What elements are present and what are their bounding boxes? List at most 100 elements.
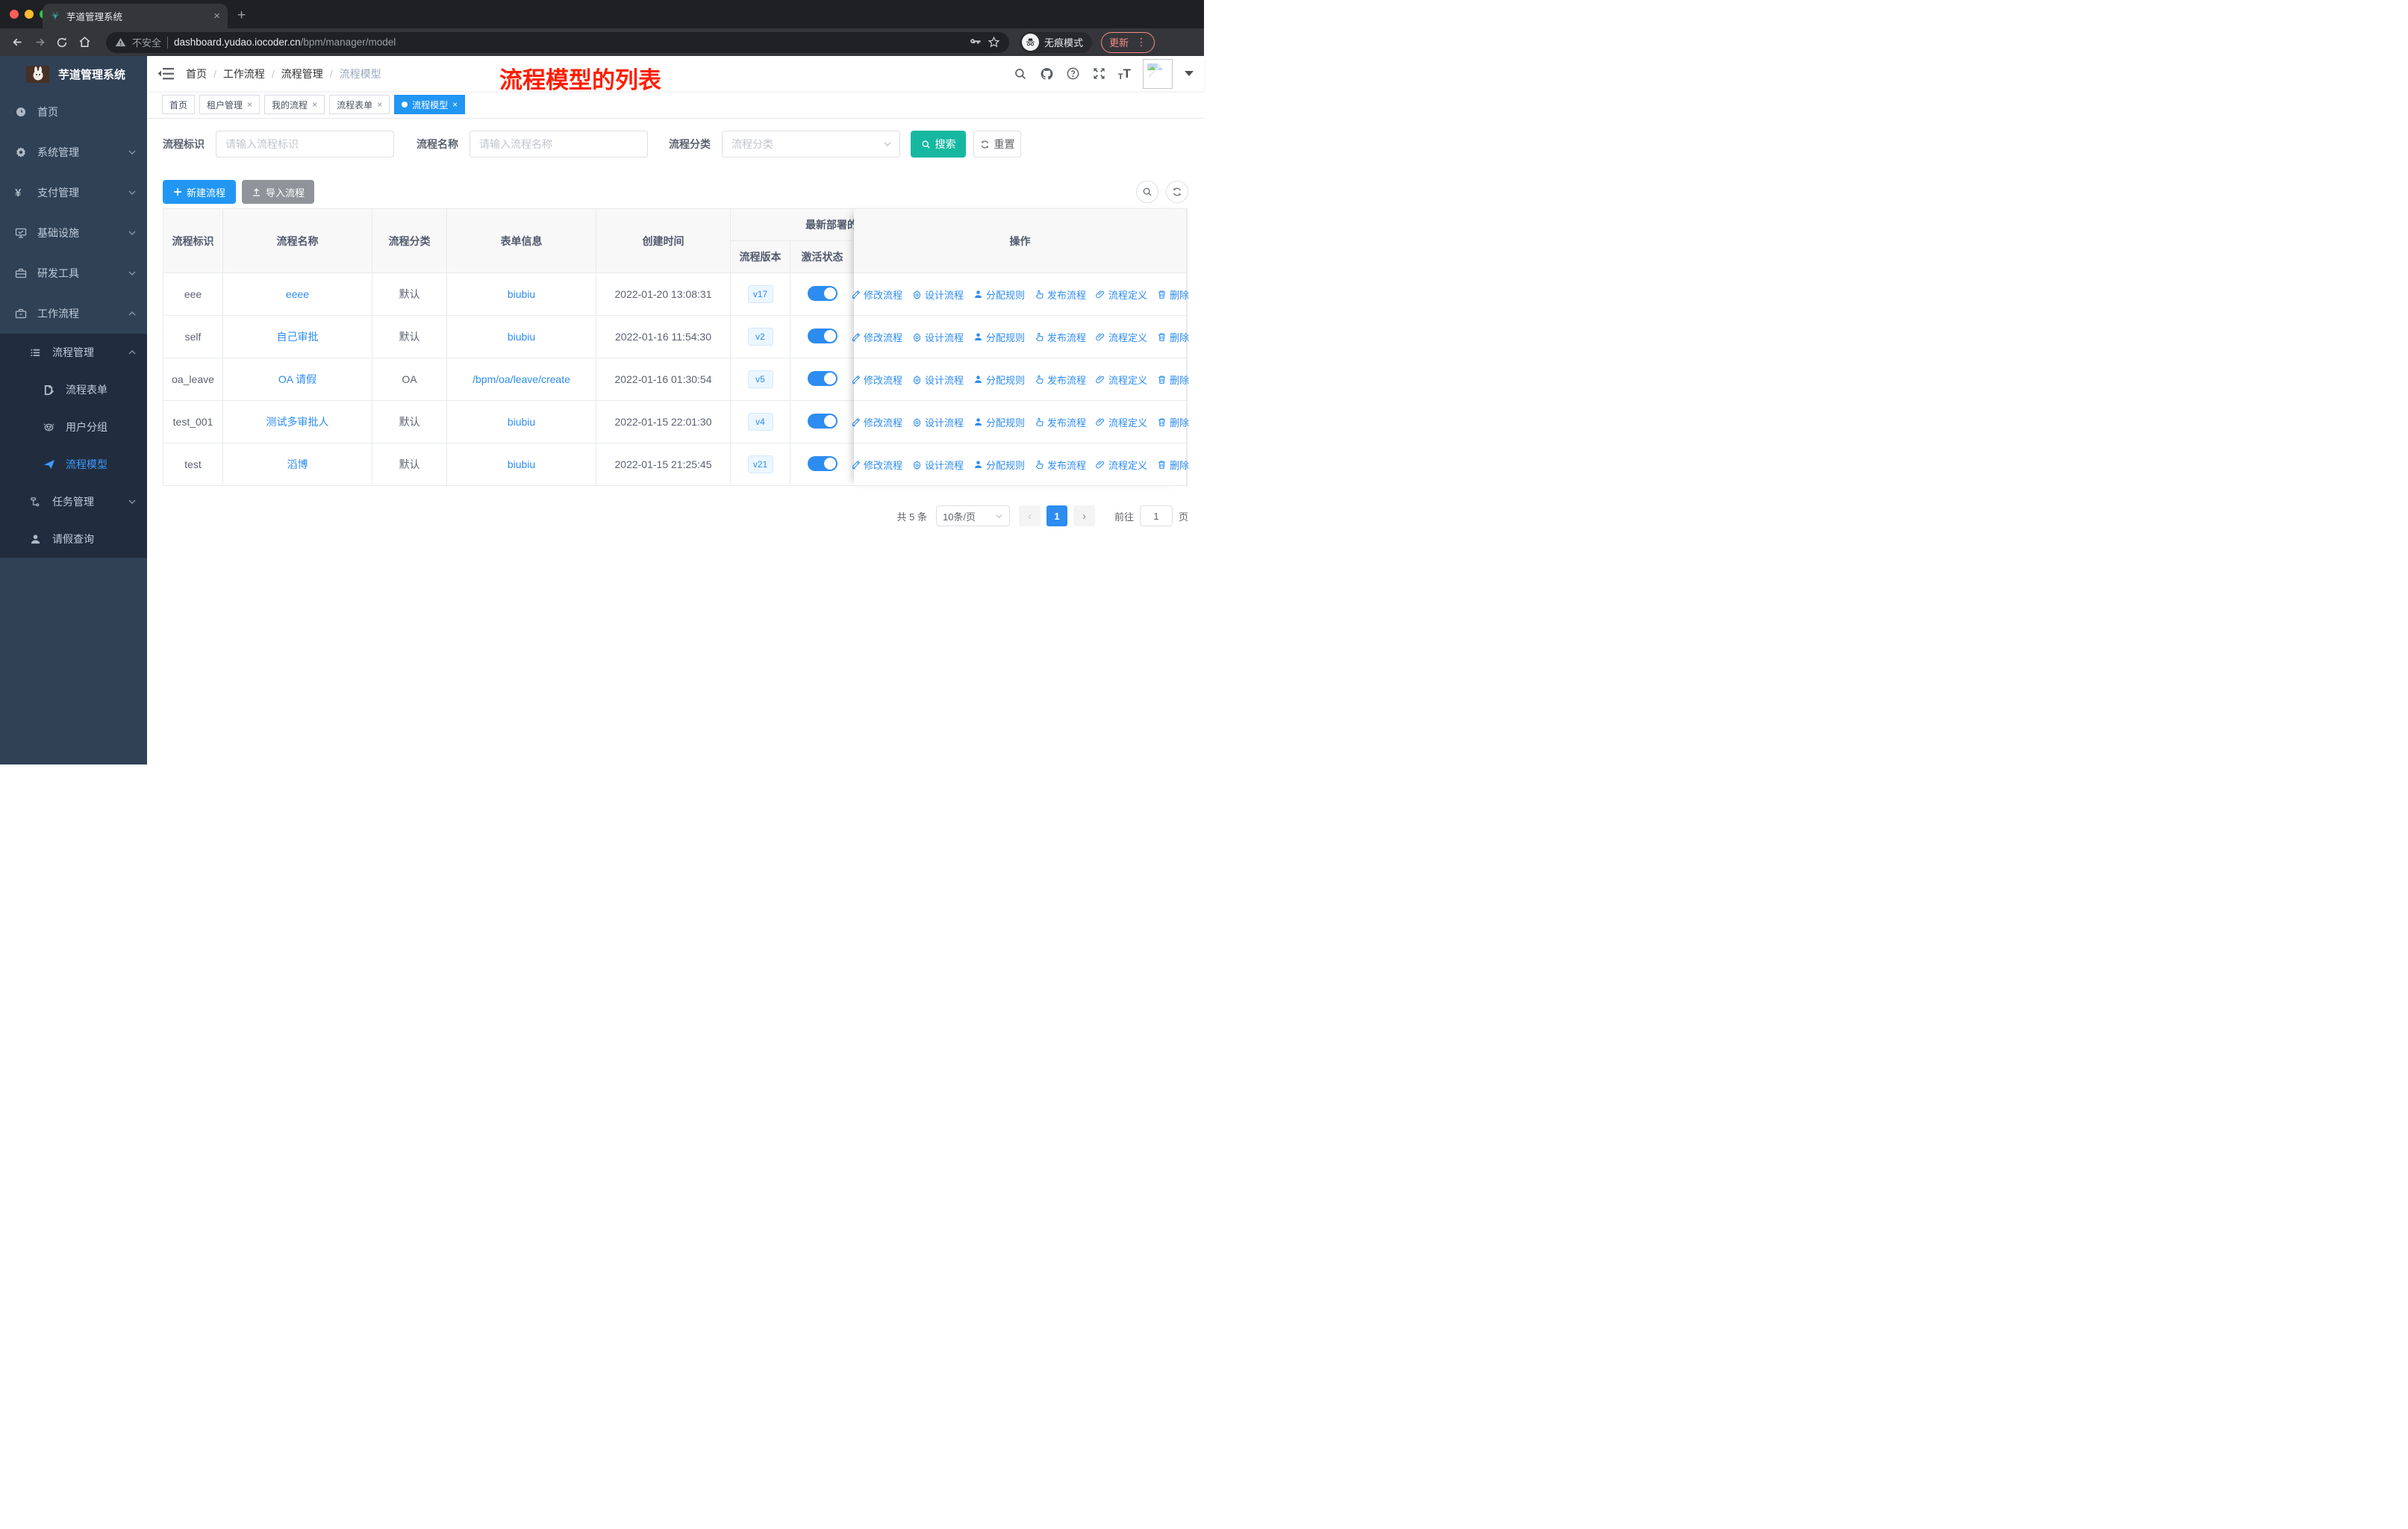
sidebar-item-process-model[interactable]: 流程模型 bbox=[0, 446, 147, 483]
form-info-link[interactable]: biubiu bbox=[508, 331, 535, 343]
import-process-button[interactable]: 导入流程 bbox=[242, 180, 314, 204]
assign-rule-link[interactable]: 分配规则 bbox=[973, 330, 1025, 344]
tag-process-form[interactable]: 流程表单 × bbox=[329, 95, 390, 114]
activation-toggle[interactable] bbox=[807, 370, 838, 386]
address-bar[interactable]: 不安全 dashboard.yudao.iocoder.cn/bpm/manag… bbox=[106, 31, 1009, 53]
new-tab-button[interactable]: + bbox=[237, 7, 246, 25]
tag-process-model[interactable]: 流程模型 × bbox=[394, 95, 466, 114]
fullscreen-icon[interactable] bbox=[1092, 66, 1106, 81]
form-info-link[interactable]: biubiu bbox=[508, 416, 535, 428]
tag-home[interactable]: 首页 bbox=[162, 95, 196, 114]
delete-link[interactable]: 删除 bbox=[1157, 458, 1189, 472]
process-name-link[interactable]: 自己审批 bbox=[277, 331, 319, 343]
activation-toggle[interactable] bbox=[807, 328, 838, 343]
activation-toggle[interactable] bbox=[807, 413, 838, 429]
refresh-table-button[interactable] bbox=[1166, 181, 1188, 203]
publish-process-link[interactable]: 发布流程 bbox=[1035, 415, 1086, 429]
avatar[interactable] bbox=[1143, 58, 1173, 89]
design-process-link[interactable]: 设计流程 bbox=[912, 373, 964, 387]
back-icon[interactable] bbox=[7, 33, 27, 52]
process-name-link[interactable]: 测试多审批人 bbox=[266, 416, 329, 428]
publish-process-link[interactable]: 发布流程 bbox=[1035, 373, 1086, 387]
tag-tenant[interactable]: 租户管理 × bbox=[199, 95, 261, 114]
home-icon[interactable] bbox=[75, 33, 94, 52]
next-page-button[interactable]: › bbox=[1073, 505, 1095, 526]
process-definition-link[interactable]: 流程定义 bbox=[1096, 330, 1147, 344]
browser-menu-icon[interactable]: ⋮ bbox=[1136, 36, 1147, 49]
form-info-link[interactable]: biubiu bbox=[508, 288, 535, 300]
sidebar-item-user-group[interactable]: 用户分组 bbox=[0, 408, 147, 446]
edit-process-link[interactable]: 修改流程 bbox=[851, 330, 902, 344]
sidebar-item-infra[interactable]: 基础设施 bbox=[0, 213, 147, 253]
process-definition-link[interactable]: 流程定义 bbox=[1096, 415, 1147, 429]
sidebar-item-devtools[interactable]: 研发工具 bbox=[0, 253, 147, 293]
publish-process-link[interactable]: 发布流程 bbox=[1035, 287, 1086, 302]
sidebar-item-task-mgmt[interactable]: 任务管理 bbox=[0, 483, 147, 520]
process-name-link[interactable]: OA 请假 bbox=[278, 373, 316, 385]
create-process-button[interactable]: 新建流程 bbox=[163, 180, 236, 204]
activation-toggle[interactable] bbox=[807, 455, 838, 471]
font-size-icon[interactable]: TT bbox=[1118, 66, 1131, 81]
edit-process-link[interactable]: 修改流程 bbox=[851, 373, 902, 387]
sidebar-item-process-mgmt[interactable]: 流程管理 bbox=[0, 334, 147, 371]
process-definition-link[interactable]: 流程定义 bbox=[1096, 287, 1147, 302]
process-definition-link[interactable]: 流程定义 bbox=[1096, 458, 1147, 472]
edit-process-link[interactable]: 修改流程 bbox=[851, 287, 902, 302]
sidebar-item-leave-query[interactable]: 请假查询 bbox=[0, 520, 147, 558]
tag-my-process[interactable]: 我的流程 × bbox=[264, 95, 325, 114]
toggle-search-button[interactable] bbox=[1136, 181, 1158, 203]
tag-close-icon[interactable]: × bbox=[377, 99, 382, 110]
sidebar-item-home[interactable]: 首页 bbox=[0, 92, 147, 132]
breadcrumb-home[interactable]: 首页 bbox=[186, 66, 207, 81]
page-number-button[interactable]: 1 bbox=[1046, 505, 1067, 526]
breadcrumb-workflow[interactable]: 工作流程 bbox=[223, 66, 265, 81]
sidebar-item-system[interactable]: 系统管理 bbox=[0, 132, 147, 172]
assign-rule-link[interactable]: 分配规则 bbox=[973, 287, 1025, 302]
bookmark-star-icon[interactable] bbox=[988, 36, 1000, 49]
update-button[interactable]: 更新 bbox=[1109, 35, 1129, 49]
design-process-link[interactable]: 设计流程 bbox=[912, 330, 964, 344]
delete-link[interactable]: 删除 bbox=[1157, 373, 1189, 387]
publish-process-link[interactable]: 发布流程 bbox=[1035, 330, 1086, 344]
key-input[interactable] bbox=[216, 131, 394, 158]
edit-process-link[interactable]: 修改流程 bbox=[851, 458, 902, 472]
prev-page-button[interactable]: ‹ bbox=[1018, 505, 1041, 526]
delete-link[interactable]: 删除 bbox=[1157, 330, 1189, 344]
process-definition-link[interactable]: 流程定义 bbox=[1096, 373, 1147, 387]
sidebar-item-process-form[interactable]: 流程表单 bbox=[0, 371, 147, 408]
tag-close-icon[interactable]: × bbox=[312, 99, 317, 110]
search-icon[interactable] bbox=[1014, 66, 1028, 81]
hamburger-icon[interactable] bbox=[157, 67, 174, 81]
activation-toggle[interactable] bbox=[807, 285, 838, 301]
design-process-link[interactable]: 设计流程 bbox=[912, 458, 964, 472]
delete-link[interactable]: 删除 bbox=[1157, 287, 1189, 302]
browser-tab[interactable]: 芋道管理系统 × bbox=[43, 4, 228, 28]
assign-rule-link[interactable]: 分配规则 bbox=[973, 415, 1025, 429]
caret-down-icon[interactable] bbox=[1185, 71, 1194, 76]
category-select[interactable]: 流程分类 bbox=[722, 131, 900, 158]
reset-button[interactable]: 重置 bbox=[973, 131, 1021, 158]
goto-page-input[interactable] bbox=[1139, 505, 1173, 526]
tag-close-icon[interactable]: × bbox=[452, 99, 458, 110]
process-name-link[interactable]: eeee bbox=[286, 288, 309, 300]
breadcrumb-process-mgmt[interactable]: 流程管理 bbox=[281, 66, 323, 81]
assign-rule-link[interactable]: 分配规则 bbox=[973, 373, 1025, 387]
reload-icon[interactable] bbox=[52, 33, 72, 52]
process-name-link[interactable]: 滔博 bbox=[287, 458, 308, 470]
tag-close-icon[interactable]: × bbox=[247, 99, 252, 110]
help-icon[interactable] bbox=[1066, 66, 1080, 81]
design-process-link[interactable]: 设计流程 bbox=[912, 415, 964, 429]
page-size-select[interactable]: 10条/页 bbox=[935, 505, 1010, 526]
assign-rule-link[interactable]: 分配规则 bbox=[973, 458, 1025, 472]
edit-process-link[interactable]: 修改流程 bbox=[851, 415, 902, 429]
publish-process-link[interactable]: 发布流程 bbox=[1035, 458, 1086, 472]
sidebar-item-workflow[interactable]: 工作流程 bbox=[0, 293, 147, 334]
github-icon[interactable] bbox=[1040, 66, 1054, 81]
close-window-button[interactable] bbox=[10, 10, 19, 19]
name-input[interactable] bbox=[470, 131, 648, 158]
key-icon[interactable] bbox=[969, 36, 982, 49]
delete-link[interactable]: 删除 bbox=[1157, 415, 1189, 429]
sidebar-item-payment[interactable]: ¥ 支付管理 bbox=[0, 172, 147, 213]
tab-close-icon[interactable]: × bbox=[213, 10, 220, 22]
forward-icon[interactable] bbox=[30, 33, 49, 52]
